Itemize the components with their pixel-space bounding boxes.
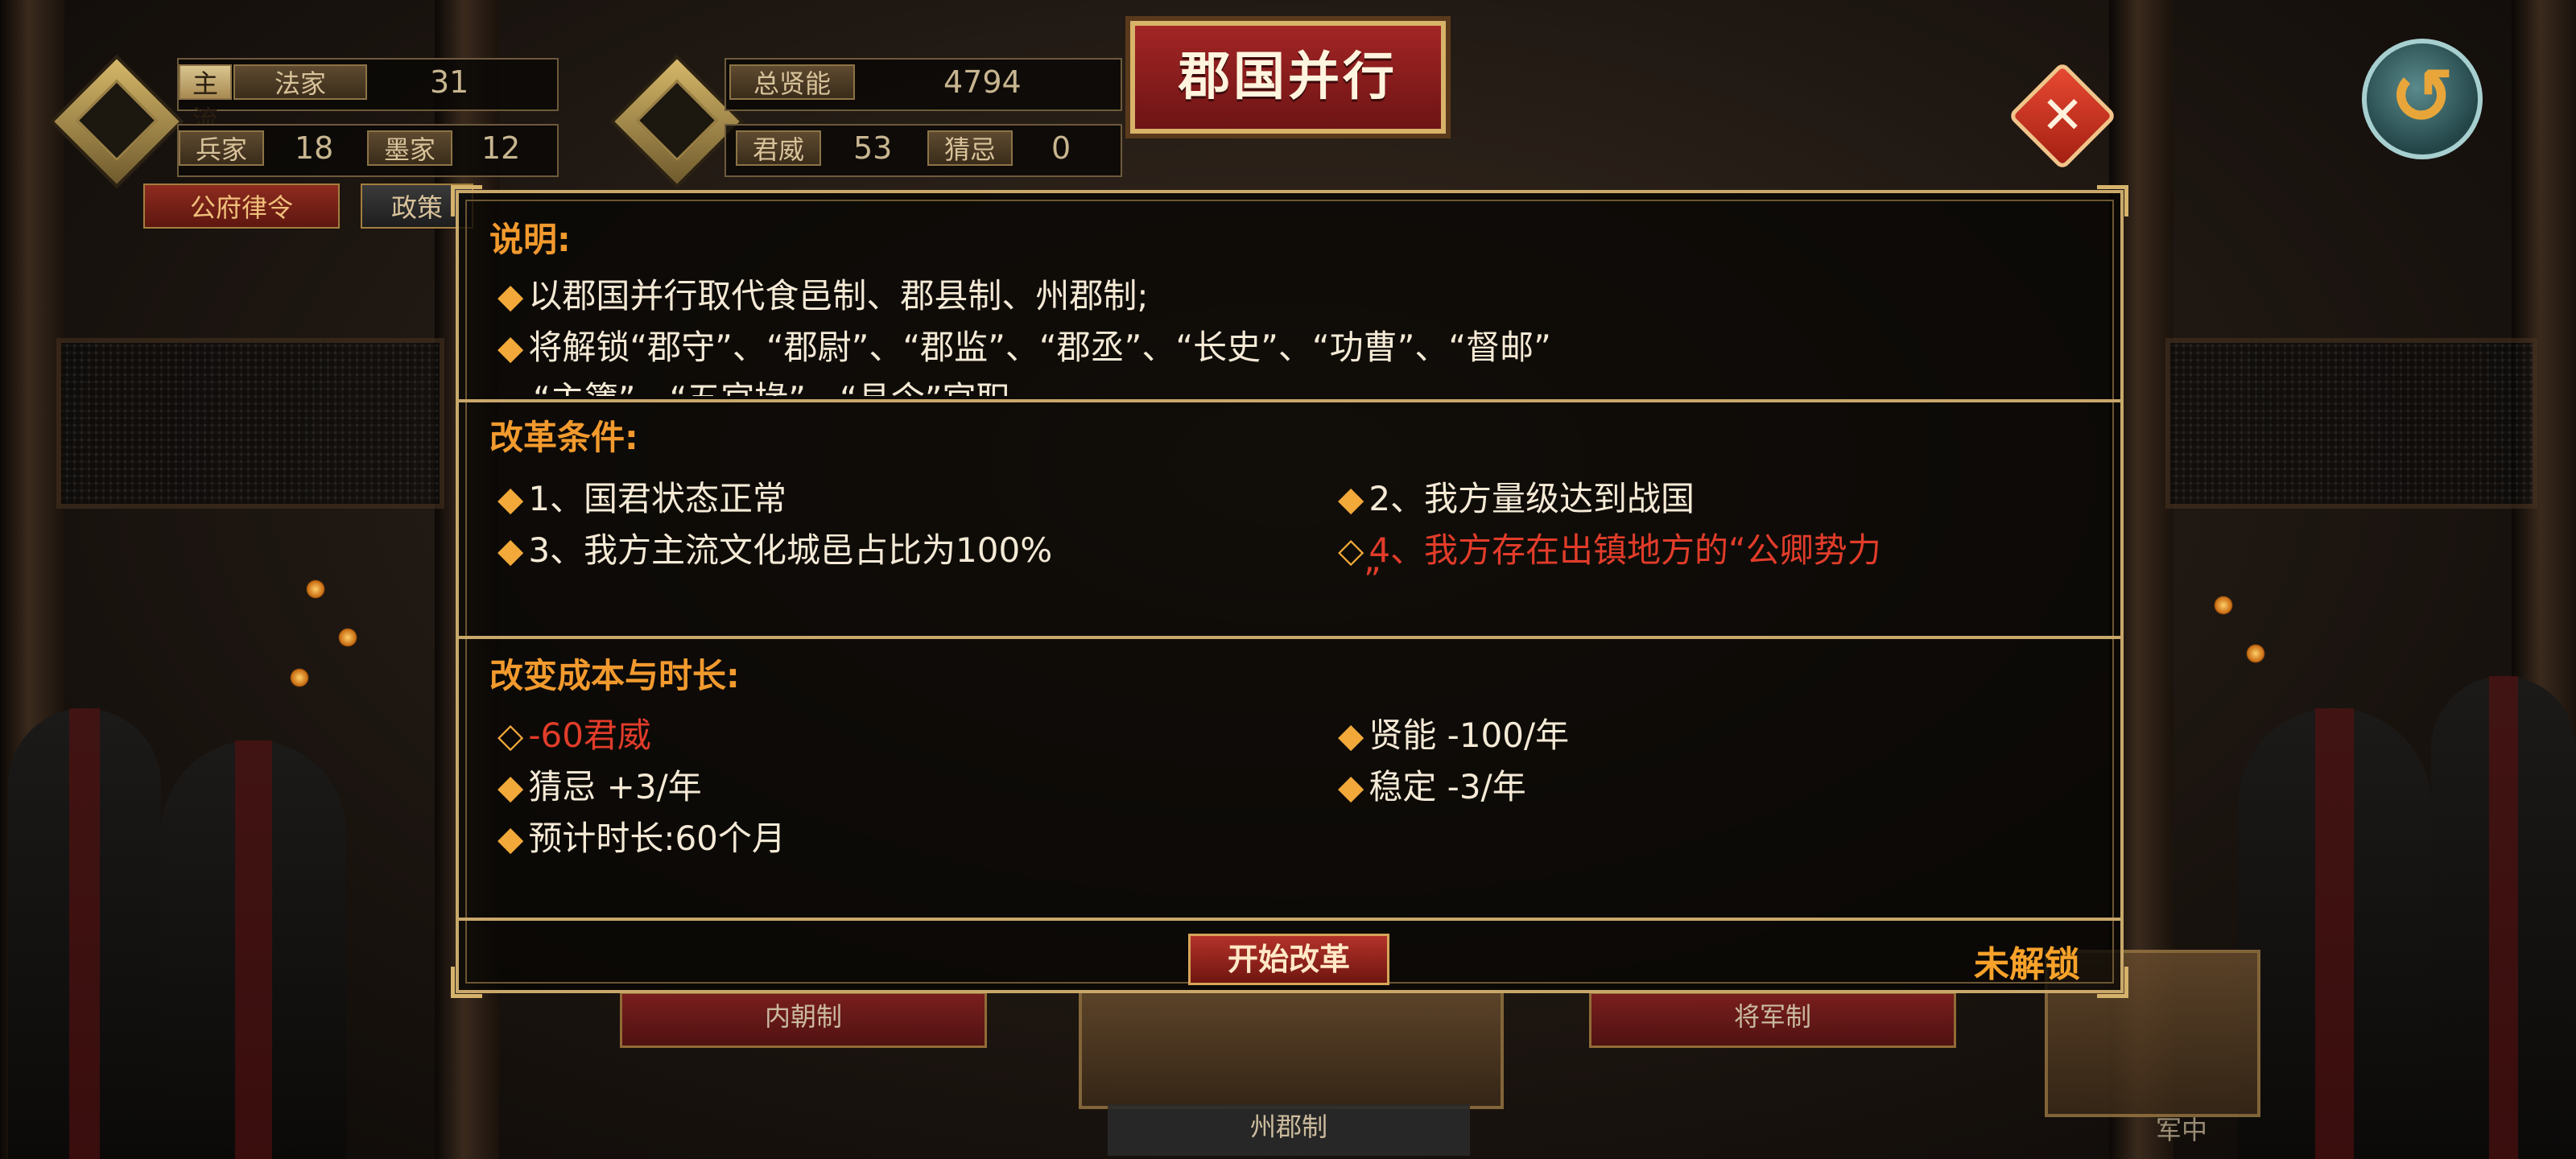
court-official-figure [161,740,346,1159]
divider [459,636,2120,639]
lantern [2214,596,2233,615]
cost-item: ◆ 稳定 -3/年 [1338,767,1526,806]
lantern [290,668,309,687]
corner-ornament [2097,967,2128,998]
condition-item: ◆ 3、我方主流文化城邑占比为100% [497,530,1053,570]
back-arrow-icon: ↺ [2389,52,2455,142]
lantern [306,580,325,599]
corner-ornament [2097,185,2128,217]
duration-item: ◆ 预计时长:60个月 [497,819,786,858]
mainstream-value: 31 [430,64,469,100]
mo-label: 墨家 [367,130,452,166]
reform-detail-dialog: 说明: ◆ 以郡国并行取代食邑制、郡县制、州郡制; ◆ 将解锁“郡守”、“郡尉”、“… [451,185,2128,998]
cost-item: ◆ 贤能 -100/年 [1338,716,1570,755]
bing-label: 兵家 [179,130,264,166]
lattice-window [2165,338,2537,509]
lock-status: 未解锁 [1974,944,2080,985]
talent-label: 总贤能 [729,64,855,100]
court-official-figure [8,708,161,1159]
mainstream-school: 法家 [233,64,367,100]
mo-value: 12 [481,130,521,166]
court-official-figure [2431,676,2576,1159]
prestige-value: 53 [853,130,893,166]
lattice-window [56,338,444,509]
condition-item-unmet: ◇ 4、我方存在出镇地方的“公卿势力 [1338,530,1881,570]
lantern [2246,644,2265,663]
corner-ornament [451,967,482,998]
bing-value: 18 [295,130,334,166]
bg-node-neichao[interactable]: 内朝制 [620,992,987,1048]
description-line: ◆ 以郡国并行取代食邑制、郡县制、州郡制; [497,276,1149,316]
talent-value: 4794 [943,64,1022,100]
corner-ornament [451,185,482,217]
page-title: 郡国并行 [1125,16,1451,138]
cost-item-unmet: ◇ -60君威 [497,716,651,755]
back-button[interactable]: ↺ [2362,39,2483,159]
prestige-label: 君威 [736,130,821,166]
bg-node-zhoujun[interactable]: 州郡制 [1108,1104,1470,1156]
description-title: 说明: [489,220,571,259]
suspicion-label: 猜忌 [927,130,1013,166]
court-official-figure [2238,708,2431,1159]
divider [459,918,2120,921]
condition-item: ◆ 1、国君状态正常 [497,479,787,518]
cost-item: ◆ 猜忌 +3/年 [497,767,702,806]
conditions-title: 改革条件: [489,418,638,457]
description-line: ◆ 将解锁“郡守”、“郡尉”、“郡监”、“郡丞”、“长史”、“功曹”、“督邮” [497,328,1551,367]
mainstream-label: 主流 [179,64,232,134]
bg-node-jun[interactable]: 军中 [2093,1107,2270,1153]
cost-title: 改变成本与时长: [489,656,740,695]
tab-gongfu-lvling[interactable]: 公府律令 [143,184,340,229]
lantern [338,628,357,647]
bg-tile-zhoujun [1079,990,1504,1109]
divider [459,399,2120,402]
condition-item-unmet-wrap: ” [1364,560,1381,600]
start-reform-button[interactable]: 开始改革 [1188,934,1389,985]
suspicion-value: 0 [1051,130,1071,166]
description-line: “主簿”、“五官掾”、“县令”官职 [533,372,1010,396]
description-scroll-area[interactable]: ◆ 以郡国并行取代食邑制、郡县制、州郡制; ◆ 将解锁“郡守”、“郡尉”、“郡监”、… [459,258,2120,396]
bg-node-jiangjun[interactable]: 将军制 [1589,992,1956,1048]
condition-item: ◆ 2、我方量级达到战国 [1338,479,1695,518]
close-icon: ✕ [2041,86,2084,146]
